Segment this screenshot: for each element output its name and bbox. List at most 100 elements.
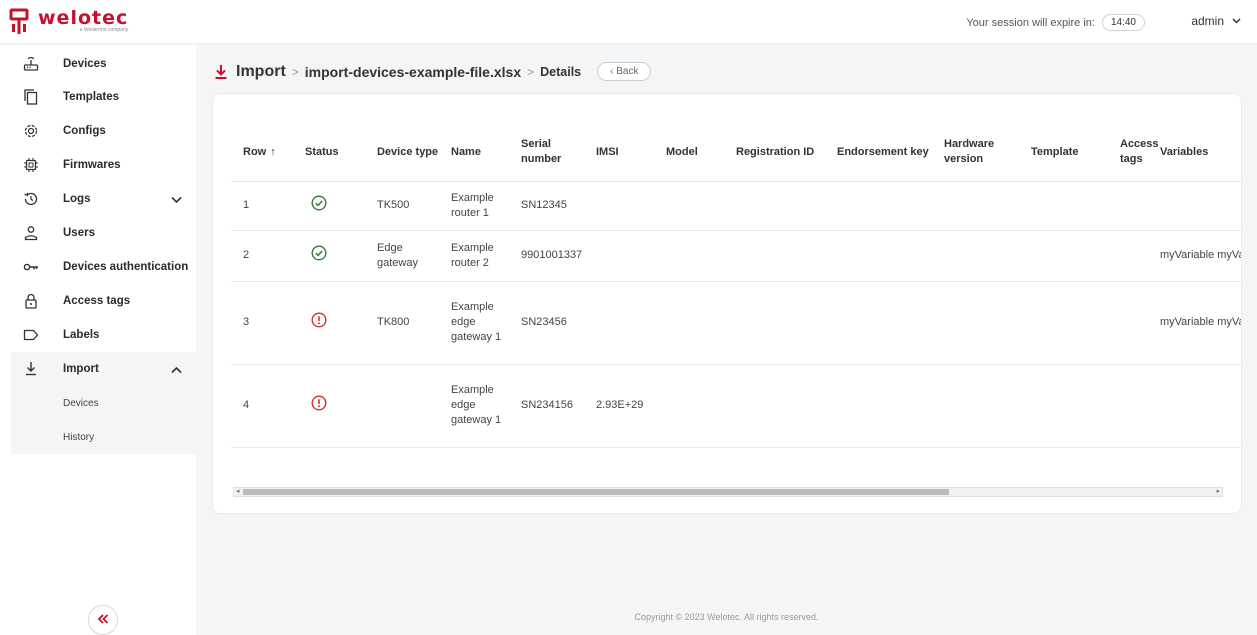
table-row[interactable]: 4 Example edge gateway 1 SN234156 2.93E+… [231,364,1241,448]
status-ok-icon [311,195,327,214]
cell-hardware-version [932,230,1019,282]
collapse-sidebar-button[interactable] [88,605,118,635]
cell-registration-id [724,230,825,282]
sidebar-item-devices[interactable]: Devices [11,47,196,81]
cell-name: Example edge gateway 1 [439,364,509,448]
cell-row: 2 [231,230,293,282]
scrollbar-thumb[interactable] [243,489,949,495]
column-header-variables[interactable]: Variables [1148,124,1241,182]
cell-imsi: 2.93E+29 [584,364,654,448]
cell-endorsement-key [825,281,932,365]
cell-status [293,281,365,365]
sidebar-item-configs[interactable]: Configs [11,114,196,148]
cell-name: Example router 1 [439,181,509,231]
label-icon [11,327,51,343]
cell-registration-id [724,281,825,365]
cell-endorsement-key [825,364,932,448]
chevron-down-icon [1232,16,1241,27]
table-scroll-area[interactable]: Row ↑ Status Device type Name Serial numb… [231,124,1241,479]
gear-icon [11,123,51,139]
cell-row: 1 [231,181,293,231]
cell-model [654,181,724,231]
breadcrumb-separator: > [291,64,299,79]
cell-device-type: TK800 [365,281,439,365]
back-button[interactable]: ‹ Back [597,62,652,81]
column-header-template[interactable]: Template [1019,124,1108,182]
cell-endorsement-key [825,230,932,282]
sidebar-item-labels[interactable]: Labels [11,318,196,352]
sidebar-subitem-import-devices[interactable]: Devices [11,386,196,420]
column-header-name[interactable]: Name [439,124,509,182]
breadcrumb-import-link[interactable]: Import [236,63,286,81]
cell-template [1019,181,1108,231]
sidebar-item-label: Labels [63,329,100,341]
sidebar-item-users[interactable]: Users [11,216,196,250]
table-header-row: Row ↑ Status Device type Name Serial numb… [231,124,1241,182]
breadcrumb: Import > import-devices-example-file.xls… [214,62,652,81]
cell-variables [1148,364,1241,448]
user-icon [11,225,51,241]
column-header-registration-id[interactable]: Registration ID [724,124,825,182]
breadcrumb-current: Details [540,64,582,79]
cell-hardware-version [932,281,1019,365]
status-error-icon [311,312,327,331]
cell-access-tags [1108,364,1148,448]
sidebar-item-import[interactable]: Import [11,352,196,386]
sidebar-subitem-label: Devices [63,397,99,409]
cell-imsi [584,281,654,365]
cell-endorsement-key [825,181,932,231]
cell-model [654,281,724,365]
column-header-row[interactable]: Row ↑ [231,124,293,182]
status-error-icon [311,395,327,414]
cell-serial-number: 9901001337 [509,230,584,282]
sidebar-item-firmwares[interactable]: Firmwares [11,148,196,182]
column-header-hardware-version[interactable]: Hardware version [932,124,1019,182]
session-expiry: Your session will expire in: 14:40 [966,14,1145,31]
cell-access-tags [1108,230,1148,282]
cell-variables [1148,181,1241,231]
history-icon [11,191,51,207]
import-details-card: Row ↑ Status Device type Name Serial numb… [212,93,1242,514]
column-header-access-tags[interactable]: Access tags [1108,124,1159,182]
sidebar-item-logs[interactable]: Logs [11,182,196,216]
breadcrumb-separator: > [527,64,535,79]
cell-name: Example edge gateway 1 [439,281,509,365]
import-icon [214,64,228,80]
column-header-imsi[interactable]: IMSI [584,124,654,182]
double-chevron-left-icon [97,611,109,629]
table-row[interactable]: 2 Edge gateway Example router 2 99010013… [231,230,1241,282]
scroll-right-arrow-icon[interactable]: ▸ [1216,488,1220,496]
sidebar-subitem-import-history[interactable]: History [11,420,196,454]
sidebar-item-label: Configs [63,125,106,137]
import-icon [11,361,51,377]
column-header-model[interactable]: Model [654,124,724,182]
welotec-logo[interactable]: welotec a Westermo company [8,8,128,36]
cell-model [654,230,724,282]
table-row[interactable]: 3 TK800 Example edge gateway 1 SN23456 m… [231,281,1241,365]
cell-registration-id [724,364,825,448]
cell-serial-number: SN12345 [509,181,584,231]
user-name: admin [1191,14,1224,28]
scroll-left-arrow-icon[interactable]: ◂ [236,488,240,496]
column-header-device-type[interactable]: Device type [365,124,439,182]
sidebar-item-access-tags[interactable]: Access tags [11,284,196,318]
user-menu[interactable]: admin [1191,14,1241,28]
status-ok-icon [311,245,327,264]
sidebar-item-devices-authentication[interactable]: Devices authentication [11,250,196,284]
chevron-down-icon [171,193,182,207]
cell-template [1019,281,1108,365]
cell-template [1019,230,1108,282]
welotec-logo-mark-icon [8,8,30,36]
cell-variables: myVariable myVariable [1148,230,1241,282]
key-icon [11,259,51,275]
horizontal-scrollbar[interactable]: ◂ ▸ [233,487,1223,497]
column-header-serial-number[interactable]: Serial number [509,124,584,182]
cell-device-type: Edge gateway [365,230,439,282]
cell-imsi [584,230,654,282]
sidebar-item-templates[interactable]: Templates [11,80,196,114]
column-header-endorsement-key[interactable]: Endorsement key [825,124,932,182]
sidebar-item-label: Access tags [63,295,131,307]
copy-icon [11,89,51,105]
column-header-status[interactable]: Status [293,124,365,182]
table-row[interactable]: 1 TK500 Example router 1 SN12345 [231,181,1241,231]
